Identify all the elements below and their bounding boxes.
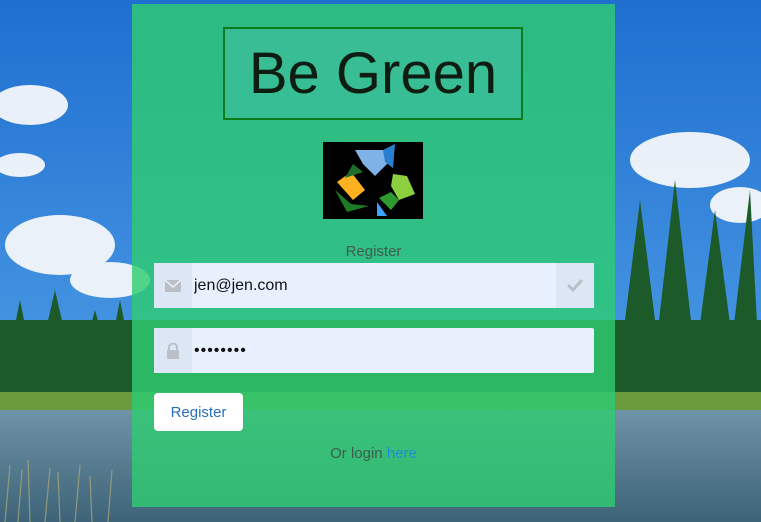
email-addon xyxy=(154,263,192,308)
login-prefix: Or login xyxy=(330,445,383,462)
envelope-icon xyxy=(165,279,181,292)
email-status-addon xyxy=(556,263,594,308)
register-panel: Be Green Register jen@jen.com •••••••• R… xyxy=(132,4,615,507)
register-button[interactable]: Register xyxy=(154,393,243,431)
password-field[interactable] xyxy=(154,328,594,373)
form-heading: Register xyxy=(345,243,402,260)
login-link[interactable]: here xyxy=(387,445,417,462)
login-prompt: Or login here xyxy=(132,445,615,462)
checkmark-icon xyxy=(567,279,583,291)
title-box: Be Green xyxy=(223,27,523,120)
password-addon xyxy=(154,328,192,373)
lock-icon xyxy=(167,342,179,359)
email-field[interactable] xyxy=(154,263,594,308)
password-input[interactable] xyxy=(194,328,589,373)
recycle-icon xyxy=(335,144,415,216)
app-title: Be Green xyxy=(248,41,498,106)
email-input[interactable] xyxy=(194,263,554,308)
recycle-logo xyxy=(323,142,423,219)
